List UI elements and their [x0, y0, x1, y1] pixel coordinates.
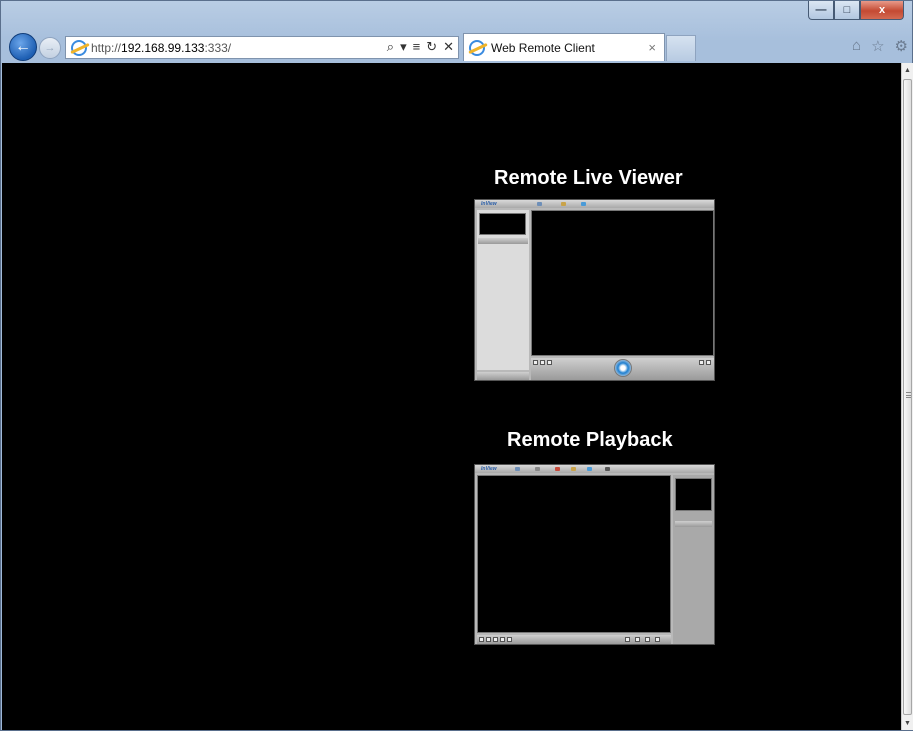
compatibility-view-icon[interactable]: ≡: [413, 39, 421, 55]
thumb-control-icon: [706, 360, 711, 365]
address-bar[interactable]: http://192.168.99.133:333/ ⌕ ▾ ≡ ↻ ✕: [65, 36, 459, 59]
ie-tab-icon: [469, 39, 485, 56]
thumb-preview-box: [479, 213, 526, 235]
navigation-bar: ← → http://192.168.99.133:333/ ⌕ ▾ ≡ ↻ ✕…: [1, 31, 912, 63]
scroll-up-arrow-icon[interactable]: ▲: [902, 63, 913, 77]
thumb-list-header: [478, 238, 528, 244]
ie-page-icon: [71, 39, 87, 56]
tab-close-icon[interactable]: ×: [648, 40, 656, 55]
thumb-control-icon: [635, 637, 640, 642]
search-dropdown-icon[interactable]: ▾: [400, 39, 407, 55]
back-button[interactable]: ←: [9, 33, 37, 61]
url-text[interactable]: http://192.168.99.133:333/: [91, 41, 231, 55]
thumb-control-icon: [479, 637, 484, 642]
scroll-down-arrow-icon[interactable]: ▼: [902, 716, 913, 730]
tab-web-remote-client[interactable]: Web Remote Client ×: [463, 33, 665, 61]
thumb-preview-box: [675, 478, 712, 511]
thumb-control-icon: [500, 637, 505, 642]
thumb-tool-icon: [535, 467, 540, 471]
thumb-tool-icon: [587, 467, 592, 471]
thumb-side-buttons: [675, 521, 712, 527]
thumb-control-icon: [547, 360, 552, 365]
playback-title: Remote Playback: [507, 429, 673, 451]
new-tab-button[interactable]: [666, 35, 696, 61]
thumb-control-icon: [533, 360, 538, 365]
back-arrow-icon: ←: [15, 38, 31, 55]
url-prefix: http://: [91, 40, 122, 55]
stop-icon[interactable]: ✕: [443, 39, 454, 55]
thumb-tool-icon: [571, 467, 576, 471]
thumb-logo: InView: [481, 466, 497, 472]
thumb-tool-icon: [515, 467, 520, 471]
window-controls: — □ x: [808, 1, 904, 20]
thumb-control-icon: [625, 637, 630, 642]
playback-thumbnail[interactable]: InView: [474, 464, 715, 645]
thumb-bottom-left-bar: [477, 372, 529, 380]
address-tools: ⌕ ▾ ≡ ↻ ✕: [387, 39, 454, 55]
thumb-control-icon: [699, 360, 704, 365]
live-viewer-thumbnail[interactable]: InView: [474, 199, 715, 381]
thumb-control-icon: [486, 637, 491, 642]
browser-window: — □ x ← → http://192.168.99.133:333/ ⌕ ▾…: [0, 0, 913, 731]
thumb-ptz-knob: [614, 359, 632, 377]
thumb-control-icon: [493, 637, 498, 642]
forward-button[interactable]: →: [39, 37, 61, 59]
thumb-tool-icon: [581, 202, 586, 206]
command-icons: ⌂ ☆ ⚙: [852, 37, 908, 55]
thumb-video-screen: [477, 475, 671, 633]
tools-gear-icon[interactable]: ⚙: [895, 37, 908, 55]
close-button[interactable]: x: [860, 1, 904, 20]
page-content: Remote Live Viewer InView Remote Playbac…: [2, 63, 901, 730]
minimize-button[interactable]: —: [808, 1, 834, 20]
scrollbar-grip-icon: [906, 392, 911, 398]
thumb-tool-icon: [561, 202, 566, 206]
thumb-control-icon: [540, 360, 545, 365]
url-suffix: :333/: [204, 40, 232, 55]
thumb-control-icon: [507, 637, 512, 642]
forward-arrow-icon: →: [44, 42, 56, 54]
thumb-control-icon: [655, 637, 660, 642]
thumb-toolbar: [475, 200, 714, 208]
url-host: 192.168.99.133: [121, 40, 205, 55]
refresh-icon[interactable]: ↻: [426, 39, 437, 55]
title-bar: — □ x: [1, 1, 912, 31]
scrollbar-thumb[interactable]: [903, 79, 912, 715]
favorites-star-icon[interactable]: ☆: [871, 37, 884, 55]
thumb-logo: InView: [481, 201, 497, 207]
thumb-tool-icon: [537, 202, 542, 206]
vertical-scrollbar[interactable]: ▲ ▼: [901, 63, 913, 730]
thumb-control-icon: [645, 637, 650, 642]
thumb-tool-icon: [555, 467, 560, 471]
thumb-toolbar: [475, 465, 714, 473]
tab-title: Web Remote Client: [491, 40, 595, 55]
thumb-tool-icon: [605, 467, 610, 471]
maximize-button[interactable]: □: [834, 1, 860, 20]
thumb-video-screen: [531, 210, 714, 356]
home-icon[interactable]: ⌂: [852, 37, 861, 55]
live-viewer-title: Remote Live Viewer: [494, 167, 683, 189]
search-icon[interactable]: ⌕: [387, 39, 394, 55]
